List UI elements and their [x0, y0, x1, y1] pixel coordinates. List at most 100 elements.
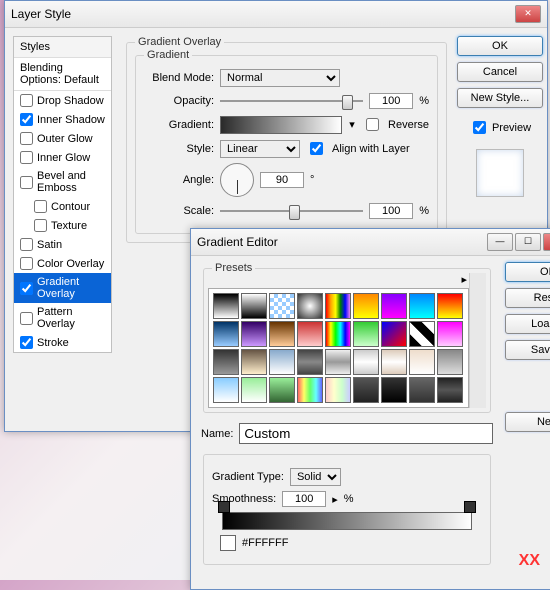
preset-swatch[interactable] [353, 349, 379, 375]
ok-button[interactable]: OK [457, 36, 543, 56]
maximize-icon[interactable]: ☐ [515, 233, 541, 251]
style-checkbox[interactable] [34, 219, 47, 232]
style-checkbox[interactable] [20, 257, 33, 270]
preset-swatch[interactable] [241, 349, 267, 375]
preset-swatch[interactable] [353, 377, 379, 403]
preset-swatch[interactable] [437, 377, 463, 403]
preset-swatch[interactable] [381, 349, 407, 375]
new-button[interactable]: New [505, 412, 550, 432]
preset-swatch[interactable] [409, 321, 435, 347]
style-item-color-overlay[interactable]: Color Overlay [14, 254, 111, 273]
style-item-gradient-overlay[interactable]: Gradient Overlay [14, 273, 111, 303]
scale-value[interactable]: 100 [369, 203, 413, 219]
style-item-texture[interactable]: Texture [14, 216, 111, 235]
preset-swatch[interactable] [325, 349, 351, 375]
preset-swatch[interactable] [381, 321, 407, 347]
preset-swatch[interactable] [437, 321, 463, 347]
preset-swatch[interactable] [381, 377, 407, 403]
style-item-drop-shadow[interactable]: Drop Shadow [14, 91, 111, 110]
gradient-picker[interactable] [220, 116, 342, 134]
angle-label: Angle: [144, 174, 214, 186]
reset-button[interactable]: Reset [505, 288, 550, 308]
preset-swatch[interactable] [241, 377, 267, 403]
style-item-pattern-overlay[interactable]: Pattern Overlay [14, 303, 111, 333]
chevron-down-icon[interactable]: ▾ [348, 118, 356, 131]
preset-swatch[interactable] [409, 293, 435, 319]
preset-swatch[interactable] [353, 293, 379, 319]
preview-checkbox[interactable] [473, 121, 486, 134]
close-icon[interactable]: ✕ [543, 233, 550, 251]
load-button[interactable]: Load... [505, 314, 550, 334]
align-checkbox[interactable] [310, 142, 323, 155]
style-checkbox[interactable] [20, 151, 33, 164]
preset-swatch[interactable] [269, 349, 295, 375]
scale-slider[interactable] [220, 202, 363, 220]
gradient-bar[interactable] [222, 512, 472, 530]
preset-swatch[interactable] [297, 349, 323, 375]
preset-swatch[interactable] [297, 321, 323, 347]
style-checkbox[interactable] [20, 113, 33, 126]
style-checkbox[interactable] [20, 312, 33, 325]
preset-swatch[interactable] [409, 349, 435, 375]
presets-menu-icon[interactable]: ▸ [461, 274, 467, 286]
style-checkbox[interactable] [34, 200, 47, 213]
preset-swatch[interactable] [213, 321, 239, 347]
angle-value[interactable]: 90 [260, 172, 304, 188]
style-item-stroke[interactable]: Stroke [14, 333, 111, 352]
style-item-bevel-and-emboss[interactable]: Bevel and Emboss [14, 167, 111, 197]
opacity-value[interactable]: 100 [369, 93, 413, 109]
style-checkbox[interactable] [20, 238, 33, 251]
cancel-button[interactable]: Cancel [457, 62, 543, 82]
style-select[interactable]: Linear [220, 140, 300, 158]
save-button[interactable]: Save... [505, 340, 550, 360]
preset-swatch[interactable] [325, 321, 351, 347]
minimize-icon[interactable]: — [487, 233, 513, 251]
preset-swatch[interactable] [241, 321, 267, 347]
preset-swatch[interactable] [297, 377, 323, 403]
gradient-type-select[interactable]: Solid [290, 468, 341, 486]
smoothness-menu-icon[interactable]: ▸ [332, 493, 338, 506]
close-icon[interactable]: ✕ [515, 5, 541, 23]
smoothness-value[interactable]: 100 [282, 491, 326, 507]
align-label: Align with Layer [332, 143, 410, 155]
preset-swatch[interactable] [381, 293, 407, 319]
style-checkbox[interactable] [20, 282, 33, 295]
style-checkbox[interactable] [20, 176, 33, 189]
opacity-stop-right[interactable] [464, 501, 476, 513]
style-checkbox[interactable] [20, 94, 33, 107]
pct-label: % [419, 95, 429, 107]
preset-swatch[interactable] [353, 321, 379, 347]
style-checkbox[interactable] [20, 132, 33, 145]
ok-button[interactable]: OK [505, 262, 550, 282]
name-input[interactable] [239, 423, 493, 444]
style-item-inner-glow[interactable]: Inner Glow [14, 148, 111, 167]
preset-scrollbar[interactable] [469, 273, 486, 408]
preset-swatch[interactable] [297, 293, 323, 319]
preset-swatch[interactable] [325, 293, 351, 319]
new-style-button[interactable]: New Style... [457, 88, 543, 108]
styles-header[interactable]: Styles [14, 37, 111, 58]
preset-swatch[interactable] [437, 293, 463, 319]
opacity-slider[interactable] [220, 92, 363, 110]
reverse-checkbox[interactable] [366, 118, 379, 131]
preset-swatch[interactable] [409, 377, 435, 403]
preset-swatch[interactable] [269, 293, 295, 319]
preset-swatch[interactable] [269, 321, 295, 347]
angle-dial[interactable] [220, 163, 254, 197]
preset-swatch[interactable] [213, 377, 239, 403]
style-checkbox[interactable] [20, 336, 33, 349]
preset-swatch[interactable] [437, 349, 463, 375]
style-item-inner-shadow[interactable]: Inner Shadow [14, 110, 111, 129]
blend-mode-select[interactable]: Normal [220, 69, 340, 87]
style-item-contour[interactable]: Contour [14, 197, 111, 216]
preset-swatch[interactable] [269, 377, 295, 403]
style-item-outer-glow[interactable]: Outer Glow [14, 129, 111, 148]
opacity-stop-left[interactable] [218, 501, 230, 513]
color-stop-swatch[interactable] [220, 535, 236, 551]
preset-swatch[interactable] [325, 377, 351, 403]
style-item-satin[interactable]: Satin [14, 235, 111, 254]
preset-swatch[interactable] [213, 293, 239, 319]
preset-swatch[interactable] [213, 349, 239, 375]
preset-swatch[interactable] [241, 293, 267, 319]
blending-options-default[interactable]: Blending Options: Default [14, 58, 111, 91]
